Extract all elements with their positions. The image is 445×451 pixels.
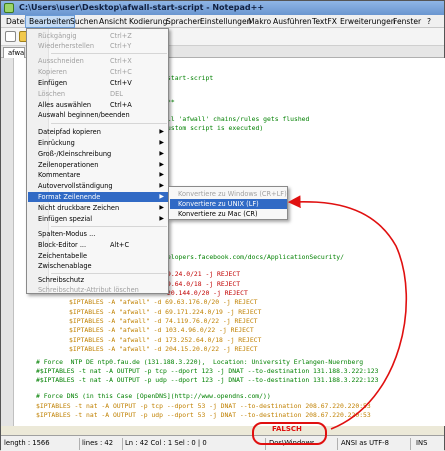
code-line: start-script bbox=[167, 74, 214, 82]
menu-item-readonly[interactable]: Schreibschutz bbox=[28, 275, 168, 285]
status-length: length : 1566 bbox=[4, 439, 50, 447]
menu-item-redo[interactable]: Wiederherstellen Ctrl+Y bbox=[28, 41, 168, 51]
status-ins: INS bbox=[416, 439, 428, 447]
code-line: $IPTABLES -t nat -A OUTPUT -p udp --dpor… bbox=[36, 411, 371, 419]
menu-item-block-editor[interactable]: Block-Editor ... Alt+C bbox=[28, 240, 168, 250]
menu-item-begin-end-select[interactable]: Auswahl beginnen/beenden bbox=[28, 110, 168, 120]
status-encoding: ANSI as UTF-8 bbox=[341, 439, 389, 447]
menu-item-clipboard[interactable]: Zwischenablage bbox=[28, 261, 168, 271]
menu-item-line-ops[interactable]: Zeilenoperationen ▶ bbox=[28, 160, 168, 170]
chevron-right-icon: ▶ bbox=[159, 139, 164, 146]
code-line: #$IPTABLES -t nat -A OUTPUT -p tcp --dpo… bbox=[36, 367, 379, 375]
status-lines: lines : 42 bbox=[82, 439, 114, 447]
notepadpp-window: C:\Users\user\Desktop\afwall-start-scrip… bbox=[0, 0, 445, 451]
status-separator bbox=[122, 438, 123, 450]
code-line: $IPTABLES -A "afwall" -d 69.171.224.0/19… bbox=[69, 308, 262, 316]
new-file-icon[interactable] bbox=[5, 31, 16, 42]
window-title: C:\Users\user\Desktop\afwall-start-scrip… bbox=[19, 3, 265, 12]
line-number-gutter bbox=[1, 58, 14, 426]
code-line: elopers.facebook.com/docs/ApplicationSec… bbox=[167, 253, 344, 261]
app-icon bbox=[4, 3, 14, 13]
code-line: $IPTABLES -A "afwall" -d 74.119.76.0/22 … bbox=[69, 317, 258, 325]
code-line: 9.64.0/18 -j REJECT bbox=[167, 280, 241, 288]
menu-item-paste-special[interactable]: Einfügen spezial ▶ bbox=[28, 214, 168, 224]
tab-afwall[interactable]: afwa bbox=[3, 47, 25, 58]
menu-separator bbox=[51, 226, 167, 227]
code-line: ustom script is executed) bbox=[167, 124, 264, 132]
title-bar: C:\Users\user\Desktop\afwall-start-scrip… bbox=[1, 1, 444, 15]
menu-item-copy-path[interactable]: Dateipfad kopieren ▶ bbox=[28, 127, 168, 137]
menu-ansicht[interactable]: Ansicht bbox=[96, 16, 130, 27]
menu-item-copy[interactable]: Kopieren Ctrl+C bbox=[28, 67, 168, 77]
submenu-item-windows[interactable]: Konvertiere zu Windows (CR+LF) bbox=[170, 189, 287, 199]
code-line: $IPTABLES -A "afwall" -d 204.15.20.0/22 … bbox=[69, 345, 258, 353]
code-line: $IPTABLES -A "afwall" -d 69.63.176.0/20 … bbox=[69, 298, 258, 306]
menu-item-cut[interactable]: Ausschneiden Ctrl+X bbox=[28, 56, 168, 66]
code-line: $IPTABLES -A "afwall" -d 173.252.64.0/18… bbox=[69, 336, 262, 344]
menu-item-indent[interactable]: Einrückung ▶ bbox=[28, 138, 168, 148]
annotation-label: FALSCH bbox=[272, 425, 302, 433]
menu-item-autocomplete[interactable]: Autovervollständigung ▶ bbox=[28, 181, 168, 191]
menu-separator bbox=[51, 53, 167, 54]
code-line: # Force NTP DE ntp0.fau.de (131.188.3.22… bbox=[36, 358, 364, 366]
code-line: 9.24.0/21 -j REJECT bbox=[167, 270, 241, 278]
menu-item-case[interactable]: Groß-/Kleinschreibung ▶ bbox=[28, 149, 168, 159]
code-line: ll 'afwall' chains/rules gets flushed bbox=[167, 115, 310, 123]
menu-item-nonprintable[interactable]: Nicht druckbare Zeichen ▶ bbox=[28, 203, 168, 213]
menu-item-undo[interactable]: Rückgängig Ctrl+Z bbox=[28, 31, 168, 41]
menu-fenster[interactable]: Fenster bbox=[390, 16, 424, 27]
menu-item-column-mode[interactable]: Spalten-Modus ... bbox=[28, 229, 168, 239]
chevron-right-icon: ▶ bbox=[159, 161, 164, 168]
code-line: 20.144.0/20 -j REJECT bbox=[167, 289, 248, 297]
menu-ausfuehren[interactable]: Ausführen bbox=[270, 16, 315, 27]
code-line: # Force DNS (in this Case [OpenDNS](http… bbox=[36, 392, 271, 400]
submenu-item-unix[interactable]: Konvertiere zu UNIX (LF) bbox=[170, 199, 287, 209]
code-line: #$IPTABLES -t nat -A OUTPUT -p udp --dpo… bbox=[36, 376, 379, 384]
menu-item-select-all[interactable]: Alles auswählen Ctrl+A bbox=[28, 100, 168, 110]
chevron-right-icon: ▶ bbox=[159, 215, 164, 222]
status-position: Ln : 42 Col : 1 Sel : 0 | 0 bbox=[125, 439, 207, 447]
chevron-right-icon: ▶ bbox=[159, 182, 164, 189]
status-separator bbox=[337, 438, 338, 450]
eol-format-submenu: Konvertiere zu Windows (CR+LF) Konvertie… bbox=[168, 186, 288, 220]
chevron-right-icon: ▶ bbox=[159, 171, 164, 178]
menu-help[interactable]: ? bbox=[424, 16, 434, 27]
chevron-right-icon: ▶ bbox=[159, 204, 164, 211]
menu-item-clear-readonly[interactable]: Schreibschutz-Attribut löschen bbox=[28, 285, 168, 295]
menu-separator bbox=[51, 273, 167, 274]
code-line: $IPTABLES -t nat -A OUTPUT -p tcp --dpor… bbox=[36, 402, 371, 410]
menu-item-paste[interactable]: Einfügen Ctrl+V bbox=[28, 78, 168, 88]
menu-item-char-table[interactable]: Zeichentabelle bbox=[28, 251, 168, 261]
menu-bar: Datei Bearbeiten Suchen Ansicht Kodierun… bbox=[1, 15, 444, 28]
status-separator bbox=[410, 438, 411, 450]
chevron-right-icon: ▶ bbox=[159, 150, 164, 157]
code-line: $IPTABLES -A "afwall" -d 103.4.96.0/22 -… bbox=[69, 326, 254, 334]
menu-item-comments[interactable]: Kommentare ▶ bbox=[28, 170, 168, 180]
status-bar: length : 1566 lines : 42 Ln : 42 Col : 1… bbox=[1, 435, 444, 451]
menu-item-delete[interactable]: Löschen DEL bbox=[28, 89, 168, 99]
menu-item-eol-format[interactable]: Format Zeilenende ▶ bbox=[28, 192, 168, 202]
chevron-right-icon: ▶ bbox=[159, 193, 164, 200]
menu-separator bbox=[51, 123, 167, 124]
status-separator bbox=[79, 438, 80, 450]
menu-textfx[interactable]: TextFX bbox=[309, 16, 340, 27]
submenu-item-mac[interactable]: Konvertiere zu Mac (CR) bbox=[170, 209, 287, 219]
chevron-right-icon: ▶ bbox=[159, 128, 164, 135]
bearbeiten-dropdown-menu: Rückgängig Ctrl+Z Wiederherstellen Ctrl+Y … bbox=[26, 28, 169, 294]
